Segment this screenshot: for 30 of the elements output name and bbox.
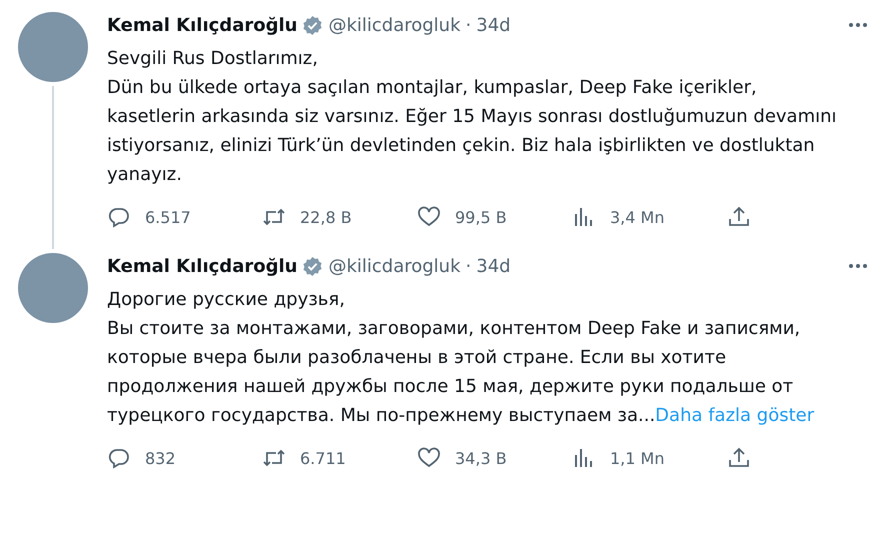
tweet-text: Дорогие русские друзья,: [107, 288, 346, 312]
stat-count: 1,1 Mn: [610, 448, 664, 468]
stat-count: 22,8 B: [300, 208, 352, 226]
tweet-text: Sevgili Rus Dostlarımız,: [107, 47, 319, 71]
stat-count: 832: [145, 448, 176, 468]
author-name[interactable]: Kemal Kılıçdaroğlu: [107, 14, 298, 36]
post-time[interactable]: 34d: [476, 14, 511, 36]
reply-icon[interactable]: [107, 205, 131, 229]
stat-count: 3,4 Mn: [610, 208, 664, 226]
separator-dot: ·: [466, 14, 472, 36]
reply-icon[interactable]: [107, 446, 131, 470]
share-icon[interactable]: [727, 205, 751, 229]
author-handle[interactable]: @kilicdarogluk: [328, 14, 461, 36]
more-options-icon[interactable]: [848, 22, 868, 28]
stat-count: 6.711: [300, 448, 346, 468]
author-handle[interactable]: @kilicdarogluk: [328, 256, 461, 276]
verified-badge-icon: [302, 14, 324, 36]
author-name[interactable]: Kemal Kılıçdaroğlu: [107, 256, 298, 276]
stat-count: 34,3 B: [455, 448, 507, 468]
heart-icon[interactable]: [417, 446, 441, 470]
heart-icon[interactable]: [417, 205, 441, 229]
tweet-text: Dün bu ülkede ortaya saçılan montajlar, kumpaslar, Deep Fake içerikler, kasetlerin arkasında siz varsınız. Eğer 15 Mayıs sonrası dostluğumuzun devamını istiyorsanız, elinizi Türk’ün devletinden çekin. Biz hala işbirlikten ve dostluktan yanayız.: [107, 76, 838, 187]
more-options-icon[interactable]: [848, 263, 868, 269]
stat-count: 99,5 B: [455, 208, 507, 226]
post-time[interactable]: 34d: [476, 256, 511, 276]
verified-badge-icon: [302, 256, 324, 276]
stat-count: 6.517: [145, 208, 191, 226]
separator-dot: ·: [466, 256, 472, 276]
tweet-text: Вы стоите за монтажами, заговорами, контентом Deep Fake и записями, которые вчера были разоблачены в этой стране. Если вы хотите продолжения нашей дружбы после 15 мая, держите руки подальше от турецкого государства. Мы по-прежнему выступаем за...Daha fazla göster: [107, 317, 816, 428]
share-icon[interactable]: [727, 446, 751, 470]
